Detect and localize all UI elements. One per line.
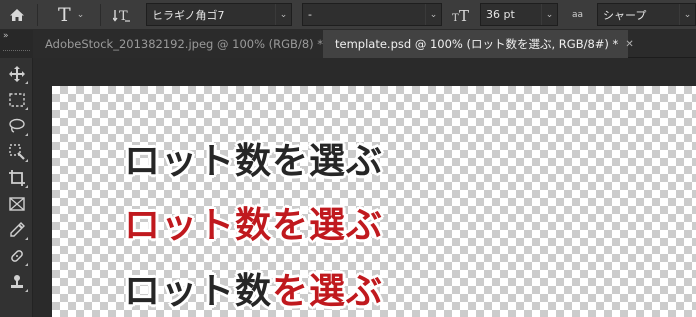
text-tool-icon[interactable]: T ⌄ [58,0,84,30]
collapse-panel-icon[interactable]: » [3,31,8,41]
options-bar: T ⌄ T ヒラギノ角ゴ7 ⌄ - ⌄ T T 36 pt ⌄ aa シャープ … [0,0,696,30]
panel-grip[interactable] [3,50,30,51]
move-tool-icon[interactable] [4,61,29,86]
text-orientation-icon[interactable]: T [113,0,131,30]
svg-text:T: T [459,7,469,23]
marquee-tool-icon[interactable] [4,87,29,112]
lasso-tool-icon[interactable] [4,113,29,138]
canvas-text-line-3[interactable]: ロット数を選ぶ [124,274,383,310]
chevron-down-icon: ⌄ [429,9,438,20]
antialias-value: シャープ [603,8,647,22]
font-size-icon: T T [452,0,472,30]
canvas-area[interactable]: ロット数を選ぶ ロット数を選ぶ ロット数を選ぶ [33,58,696,317]
svg-text:T: T [452,13,459,23]
chevron-down-icon: ⌄ [545,9,554,20]
canvas-text-line-3-black: ロット数 [124,271,273,312]
font-family-select[interactable]: ヒラギノ角ゴ7 ⌄ [146,3,292,26]
close-icon[interactable]: ✕ [625,39,633,50]
tab-template-psd[interactable]: template.psd @ 100% (ロット数を選ぶ, RGB/8#) * … [323,30,634,58]
font-size-value: 36 pt [486,8,515,21]
tab-adobestock-jpeg[interactable]: AdobeStock_201382192.jpeg @ 100% (RGB/8)… [33,30,338,58]
font-size-select[interactable]: 36 pt ⌄ [480,3,558,26]
healing-brush-tool-icon[interactable] [4,243,29,268]
eyedropper-tool-icon[interactable] [4,217,29,242]
canvas-text-line-2[interactable]: ロット数を選ぶ [124,208,383,244]
tab-label: AdobeStock_201382192.jpeg @ 100% (RGB/8)… [45,37,324,51]
antialias-select[interactable]: シャープ ⌄ [597,3,696,26]
toolbar-header: » [0,30,33,58]
chevron-down-icon: ⌄ [279,9,288,20]
crop-tool-icon[interactable] [4,165,29,190]
stamp-tool-icon[interactable] [4,269,29,294]
font-style-value: - [308,8,312,21]
canvas-text-line-1[interactable]: ロット数を選ぶ [124,144,383,180]
chevron-down-icon[interactable]: ⌄ [77,10,85,20]
quick-select-tool-icon[interactable] [4,139,29,164]
tab-label: template.psd @ 100% (ロット数を選ぶ, RGB/8#) * [335,37,619,51]
canvas-text-line-3-red: を選ぶ [272,271,384,312]
antialias-icon: aa [572,10,584,20]
home-icon[interactable] [9,0,25,30]
font-style-select[interactable]: - ⌄ [302,3,442,26]
chevron-down-icon: ⌄ [683,9,692,20]
frame-tool-icon[interactable] [4,191,29,216]
font-family-value: ヒラギノ角ゴ7 [152,8,225,22]
tools-panel [0,58,33,317]
document-canvas[interactable]: ロット数を選ぶ ロット数を選ぶ ロット数を選ぶ [52,86,696,317]
